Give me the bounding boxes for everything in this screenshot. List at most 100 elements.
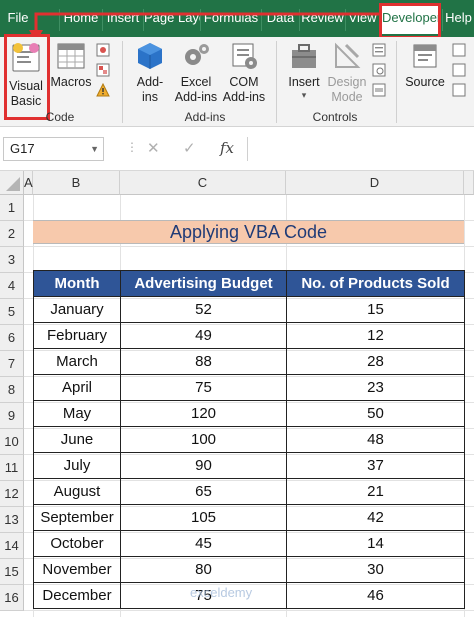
cancel-entry-icon[interactable]: ✕	[147, 139, 160, 157]
design-mode-button[interactable]: Design Mode	[325, 41, 369, 105]
budget-cell[interactable]: 75	[120, 374, 287, 401]
formula-bar: G17 ▼ ⋮ ✕ ✓ fx	[0, 127, 474, 171]
name-box-dropdown-icon[interactable]: ▼	[90, 138, 99, 160]
budget-cell[interactable]: 90	[120, 452, 287, 479]
month-cell[interactable]: July	[33, 452, 121, 479]
row-header-11[interactable]: 11	[0, 455, 24, 481]
properties-icon[interactable]	[372, 43, 386, 57]
month-cell[interactable]: February	[33, 322, 121, 349]
products-sold-cell[interactable]: 30	[286, 556, 465, 583]
map-properties-icon[interactable]	[452, 43, 466, 57]
budget-cell[interactable]: 65	[120, 478, 287, 505]
xml-source-button[interactable]: Source	[403, 41, 447, 90]
products-sold-cell[interactable]: 21	[286, 478, 465, 505]
column-header-d[interactable]: D	[286, 171, 464, 195]
expansion-packs-icon[interactable]	[452, 63, 466, 77]
sheet-title-cell[interactable]: Applying VBA Code	[33, 220, 464, 244]
budget-cell[interactable]: 52	[120, 296, 287, 323]
visual-basic-button[interactable]: Visual Basic	[6, 41, 46, 109]
enter-entry-icon[interactable]: ✓	[183, 139, 196, 157]
column-header-e[interactable]	[464, 171, 474, 195]
products-sold-cell[interactable]: 37	[286, 452, 465, 479]
excel-add-ins-button[interactable]: Excel Add-ins	[172, 41, 220, 105]
products-sold-cell[interactable]: 42	[286, 504, 465, 531]
tab-data[interactable]: Data	[261, 9, 299, 31]
budget-cell[interactable]: 80	[120, 556, 287, 583]
row-header-9[interactable]: 9	[0, 403, 24, 429]
name-box[interactable]: G17 ▼	[3, 137, 104, 161]
products-sold-cell[interactable]: 46	[286, 582, 465, 609]
products-sold-cell[interactable]: 28	[286, 348, 465, 375]
month-cell[interactable]: January	[33, 296, 121, 323]
add-ins-button[interactable]: Add- ins	[132, 41, 168, 105]
select-all-corner[interactable]	[0, 171, 24, 195]
products-sold-cell[interactable]: 14	[286, 530, 465, 557]
month-cell[interactable]: December	[33, 582, 121, 609]
tab-review[interactable]: Review	[299, 9, 345, 31]
header-advertising-budget[interactable]: Advertising Budget	[120, 270, 287, 297]
row-header-7[interactable]: 7	[0, 351, 24, 377]
header-month[interactable]: Month	[33, 270, 121, 297]
products-sold-cell[interactable]: 12	[286, 322, 465, 349]
row-header-16[interactable]: 16	[0, 585, 24, 611]
month-cell[interactable]: October	[33, 530, 121, 557]
gear-icon	[185, 44, 209, 65]
month-cell[interactable]: May	[33, 400, 121, 427]
header-products-sold[interactable]: No. of Products Sold	[286, 270, 465, 297]
row-header-3[interactable]: 3	[0, 247, 24, 273]
tab-insert[interactable]: Insert	[102, 9, 143, 31]
row-header-1[interactable]: 1	[0, 195, 24, 221]
macros-label: Macros	[50, 75, 92, 89]
record-macro-icon[interactable]	[96, 43, 110, 57]
column-header-c[interactable]: C	[120, 171, 286, 195]
month-cell[interactable]: August	[33, 478, 121, 505]
tab-developer[interactable]: Developer	[382, 6, 438, 34]
refresh-data-icon[interactable]	[452, 83, 466, 97]
products-sold-cell[interactable]: 15	[286, 296, 465, 323]
month-cell[interactable]: April	[33, 374, 121, 401]
budget-cell[interactable]: 49	[120, 322, 287, 349]
insert-function-icon[interactable]: fx	[220, 139, 234, 157]
month-cell[interactable]: March	[33, 348, 121, 375]
tab-help[interactable]: Help	[442, 9, 474, 31]
com-add-ins-button[interactable]: COM Add-ins	[221, 41, 267, 105]
column-header-a[interactable]: A	[24, 171, 33, 195]
budget-cell[interactable]: 45	[120, 530, 287, 557]
products-sold-cell[interactable]: 23	[286, 374, 465, 401]
row-header-14[interactable]: 14	[0, 533, 24, 559]
row-header-5[interactable]: 5	[0, 299, 24, 325]
products-sold-cell[interactable]: 50	[286, 400, 465, 427]
relative-references-icon[interactable]	[96, 63, 110, 77]
budget-cell[interactable]: 120	[120, 400, 287, 427]
row-header-8[interactable]: 8	[0, 377, 24, 403]
run-dialog-icon[interactable]	[372, 83, 386, 97]
row-header-12[interactable]: 12	[0, 481, 24, 507]
month-cell[interactable]: November	[33, 556, 121, 583]
insert-controls-button[interactable]: Insert ▾	[283, 41, 325, 100]
macros-icon	[57, 43, 85, 69]
budget-cell[interactable]: 100	[120, 426, 287, 453]
formula-bar-handle-icon[interactable]: ⋮	[126, 140, 138, 154]
tab-home[interactable]: Home	[59, 9, 102, 31]
row-header-4[interactable]: 4	[0, 273, 24, 299]
row-header-10[interactable]: 10	[0, 429, 24, 455]
row-header-2[interactable]: 2	[0, 221, 24, 247]
row-header-13[interactable]: 13	[0, 507, 24, 533]
macros-button[interactable]: Macros	[50, 41, 92, 90]
products-sold-cell[interactable]: 48	[286, 426, 465, 453]
budget-cell[interactable]: 88	[120, 348, 287, 375]
macro-security-icon[interactable]	[96, 83, 110, 97]
tab-file[interactable]: File	[4, 9, 32, 31]
formula-input[interactable]	[247, 137, 474, 161]
view-code-icon[interactable]	[372, 63, 386, 77]
column-header-b[interactable]: B	[33, 171, 120, 195]
month-cell[interactable]: June	[33, 426, 121, 453]
tab-view[interactable]: View	[345, 9, 379, 31]
tab-page-layout[interactable]: Page Layout	[143, 9, 200, 31]
design-mode-icon	[335, 42, 361, 68]
row-header-6[interactable]: 6	[0, 325, 24, 351]
row-header-15[interactable]: 15	[0, 559, 24, 585]
month-cell[interactable]: September	[33, 504, 121, 531]
budget-cell[interactable]: 105	[120, 504, 287, 531]
tab-formulas[interactable]: Formulas	[200, 9, 261, 31]
